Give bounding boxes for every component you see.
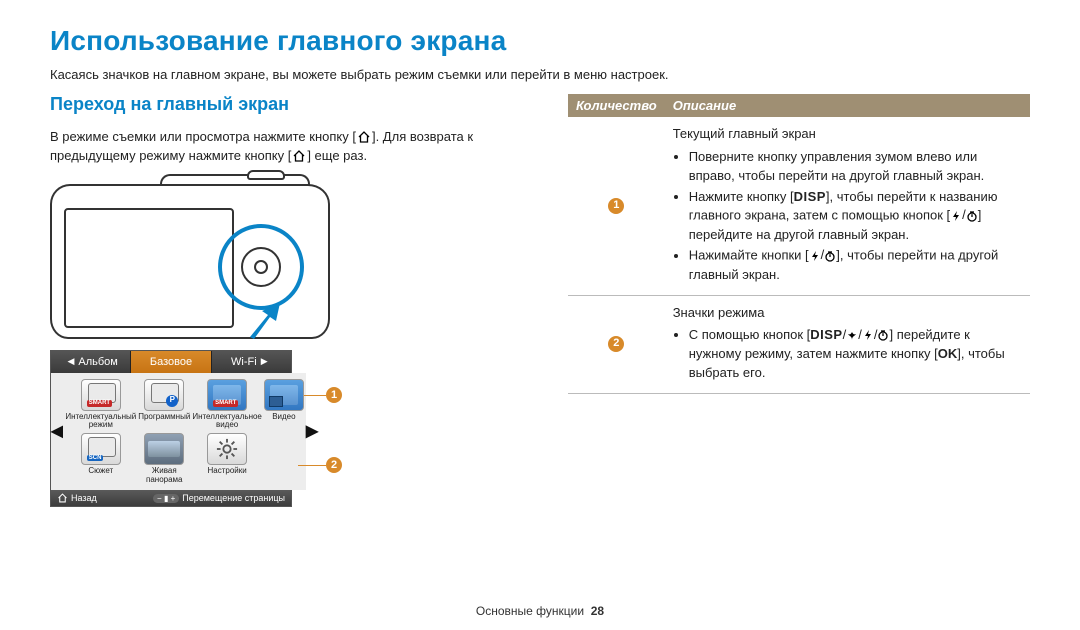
table-row: 1 Текущий главный экран Поверните кнопку… (568, 117, 1030, 295)
home-tabs: ◀Альбом Базовое Wi-Fi▶ (51, 351, 291, 373)
mode-smart-video[interactable]: SMART Интеллектуальное видео (192, 379, 262, 430)
th-qty: Количество (568, 94, 665, 117)
prev-page-arrow[interactable]: ◀ (51, 421, 63, 441)
flash-icon (950, 210, 962, 222)
disp-icon: DISP (794, 188, 826, 207)
flash-icon (862, 329, 874, 341)
timer-icon (966, 210, 978, 222)
row1-title: Текущий главный экран (673, 125, 1022, 144)
callout-number-icon: 1 (326, 387, 342, 403)
home-icon (356, 130, 372, 144)
row2-bullet: С помощью кнопок [DISP///] перейдите к н… (689, 326, 1022, 383)
mode-smart[interactable]: SMART Интеллектуальный режим (65, 379, 136, 430)
callout-number-icon: 2 (608, 336, 624, 352)
mode-settings[interactable]: Настройки (192, 433, 262, 484)
zoom-icon: − ▮ + (153, 494, 179, 503)
subheading: Переход на главный экран (50, 94, 540, 115)
row1-bullet: Нажмите кнопку [DISP], чтобы перейти к н… (689, 188, 1022, 245)
ok-icon: OK (938, 346, 958, 361)
scroll-label: Перемещение страницы (182, 493, 285, 503)
dial-highlight-icon (218, 224, 304, 310)
timer-icon (877, 329, 889, 341)
macro-icon (846, 329, 858, 341)
row2-title: Значки режима (673, 304, 1022, 323)
mode-scene[interactable]: SCN Сюжет (65, 433, 136, 484)
description-table: Количество Описание 1 Текущий главный эк… (568, 94, 1030, 394)
home-icon (57, 493, 68, 503)
mode-panorama[interactable]: Живая панорама (138, 433, 190, 484)
home-screen-panel: ◀Альбом Базовое Wi-Fi▶ ◀ SMART Интеллект… (50, 350, 292, 508)
press-arrow-icon (244, 301, 286, 344)
row1-bullet: Нажимайте кнопки [ / ], чтобы перейти на… (689, 246, 1022, 284)
page-footer: Основные функции 28 (0, 604, 1080, 618)
timer-icon (824, 250, 836, 262)
camera-illustration (50, 174, 340, 344)
mode-grid: SMART Интеллектуальный режим P Программн… (63, 373, 306, 491)
panel-bottom-bar: Назад − ▮ + Перемещение страницы (51, 490, 291, 506)
tab-album[interactable]: ◀Альбом (51, 351, 131, 373)
row1-bullet: Поверните кнопку управления зумом влево … (689, 148, 1022, 186)
mode-program[interactable]: P Программный (138, 379, 190, 430)
table-row: 2 Значки режима С помощью кнопок [DISP//… (568, 295, 1030, 393)
home-icon (291, 149, 307, 163)
page-title: Использование главного экрана (50, 25, 1030, 57)
callout-number-icon: 1 (608, 198, 624, 214)
lead-text: Касаясь значков на главном экране, вы мо… (50, 67, 1030, 82)
flash-icon (809, 250, 821, 262)
back-label[interactable]: Назад (71, 493, 97, 503)
th-desc: Описание (665, 94, 1030, 117)
callout-2: 2 (298, 457, 342, 473)
callout-number-icon: 2 (326, 457, 342, 473)
tab-basic[interactable]: Базовое (131, 351, 211, 373)
callout-1: 1 (298, 387, 342, 403)
intro-text: В режиме съемки или просмотра нажмите кн… (50, 128, 540, 166)
gear-icon (216, 438, 238, 460)
disp-icon: DISP (810, 326, 842, 345)
tab-wifi[interactable]: Wi-Fi▶ (212, 351, 291, 373)
